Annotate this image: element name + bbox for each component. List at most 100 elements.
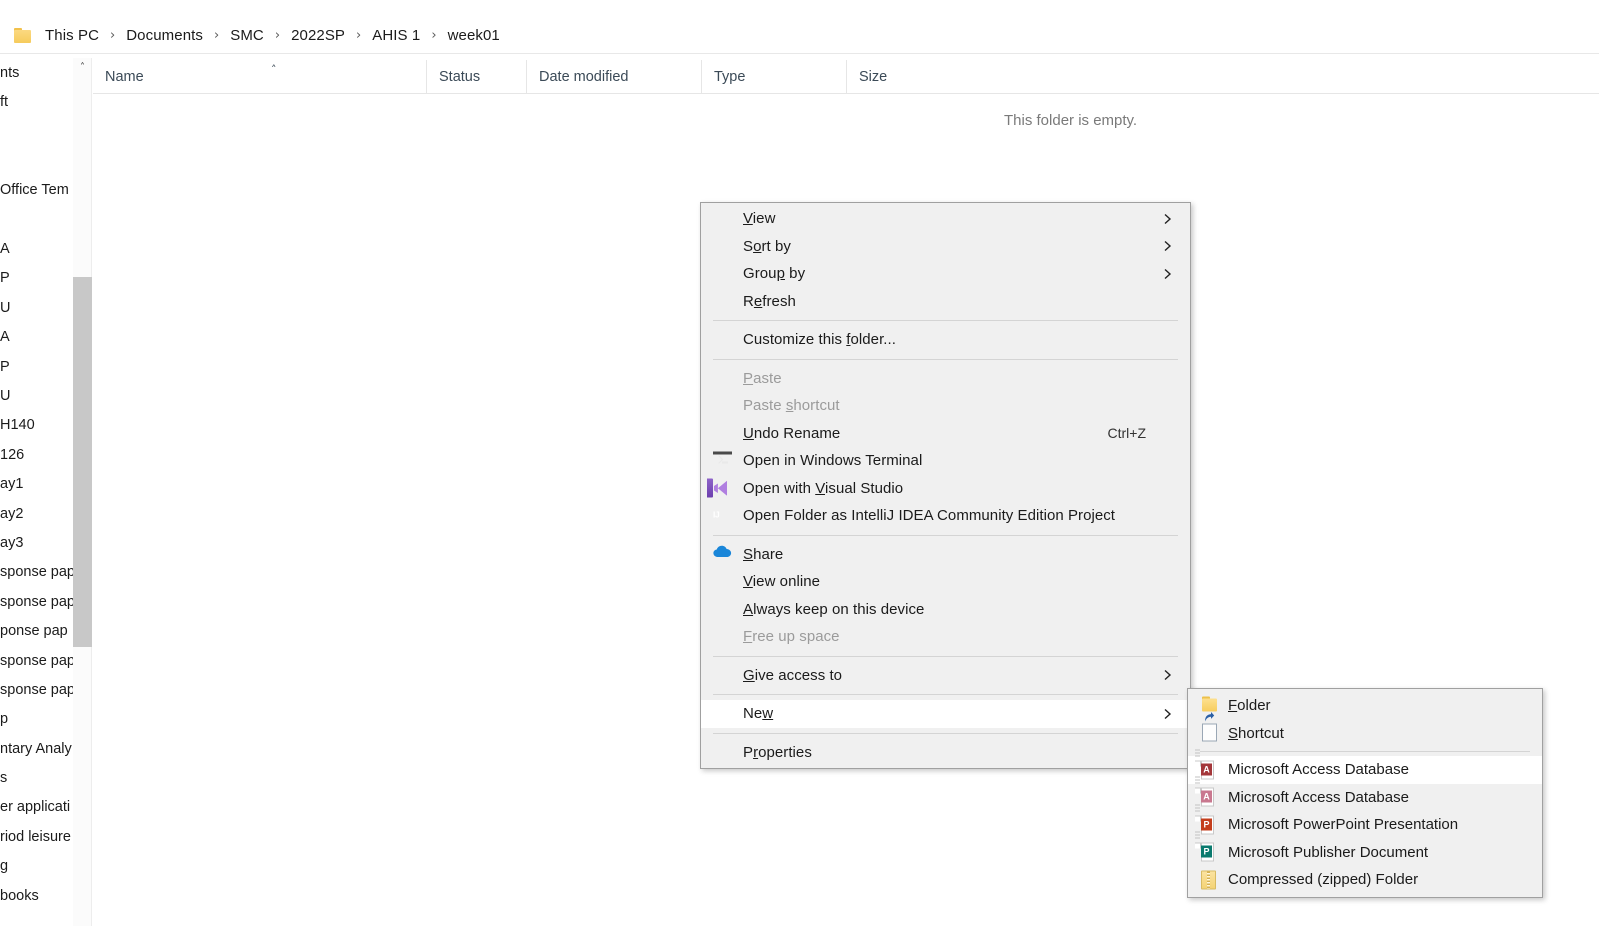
breadcrumb-item-week01[interactable]: week01 [446, 25, 502, 46]
nav-pane-item-label: er applicati [0, 799, 71, 816]
column-header-status-label: Status [439, 68, 481, 85]
navigation-pane-scrollbar[interactable]: ˄ [73, 58, 92, 926]
menu-item-sort-by[interactable]: Sort by [701, 233, 1190, 261]
breadcrumb-item-2022sp[interactable]: 2022SP [289, 25, 347, 46]
chevron-right-icon: › [356, 28, 362, 43]
nav-pane-item-label: sponse pap [0, 564, 73, 581]
chevron-right-icon: › [431, 28, 437, 43]
menu-item-refresh[interactable]: Refresh [701, 288, 1190, 316]
submenu-item-microsoft-access-database-2[interactable]: A Microsoft Access Database [1188, 776, 1542, 812]
chevron-right-icon: › [214, 28, 220, 43]
column-header-size[interactable]: Size [846, 59, 941, 94]
navigation-pane[interactable]: nts ft Office Tem A P U A P U H140 126 ay1 ay2 ay3 spo… [0, 58, 73, 926]
menu-item-open-with-visual-studio[interactable]: Open with Visual Studio [701, 475, 1190, 503]
nav-pane-item[interactable]: p [0, 705, 73, 734]
menu-item-open-in-windows-terminal[interactable]: Open in Windows Terminal [701, 447, 1190, 475]
nav-pane-item[interactable]: ft [0, 87, 73, 116]
empty-folder-message: This folder is empty. [1004, 112, 1138, 129]
address-bar[interactable]: This PC › Documents › SMC › 2022SP › AHI… [0, 18, 1599, 54]
nav-pane-item[interactable] [0, 205, 73, 234]
folder-icon [14, 28, 31, 43]
breadcrumb-item-this-pc[interactable]: This PC [43, 25, 101, 46]
menu-item-always-keep-on-this-device[interactable]: Always keep on this device [701, 596, 1190, 624]
nav-pane-item[interactable]: ponse pap [0, 616, 73, 645]
submenu-item-microsoft-access-database-1[interactable]: A Microsoft Access Database [1188, 749, 1542, 784]
column-header-name-label: Name [105, 68, 144, 85]
folder-context-menu[interactable]: View Sort by Group by Refresh Customize this… [700, 202, 1191, 769]
column-header-date-modified[interactable]: Date modified [526, 59, 701, 94]
submenu-item-microsoft-publisher-document[interactable]: P Microsoft Publisher Document [1188, 831, 1542, 867]
menu-item-share[interactable]: Share [701, 541, 1190, 569]
nav-pane-item[interactable] [0, 146, 73, 175]
menu-separator [713, 655, 1178, 657]
nav-pane-item-label: P [0, 270, 10, 287]
nav-pane-item[interactable]: sponse pap [0, 587, 73, 616]
nav-pane-item[interactable]: P [0, 352, 73, 381]
breadcrumb-item-ahis-1[interactable]: AHIS 1 [370, 25, 422, 46]
submenu-item-folder[interactable]: Folder [1188, 692, 1542, 720]
nav-pane-item[interactable] [0, 117, 73, 146]
nav-pane-item[interactable]: A [0, 234, 73, 263]
nav-pane-item[interactable]: P [0, 264, 73, 293]
breadcrumb-item-documents[interactable]: Documents [124, 25, 205, 46]
nav-pane-item-label: sponse pap [0, 593, 73, 610]
breadcrumb-item-smc[interactable]: SMC [228, 25, 266, 46]
nav-pane-item[interactable]: sponse pap [0, 675, 73, 704]
scroll-up-icon[interactable]: ˄ [73, 58, 92, 76]
nav-pane-item[interactable]: ntary Analy [0, 734, 73, 763]
nav-pane-item[interactable]: nts [0, 58, 73, 87]
nav-pane-item[interactable]: s [0, 763, 73, 792]
nav-pane-item[interactable]: riod leisure [0, 822, 73, 851]
terminal-icon [713, 451, 732, 470]
nav-pane-item[interactable]: sponse pap [0, 646, 73, 675]
zip-folder-icon [1201, 870, 1219, 890]
column-header-status[interactable]: Status [426, 59, 526, 94]
visual-studio-icon [707, 478, 732, 498]
menu-item-view[interactable]: View [701, 205, 1190, 233]
powerpoint-icon: P [1195, 804, 1219, 835]
menu-separator [713, 320, 1178, 321]
nav-pane-item[interactable]: U [0, 381, 73, 410]
menu-item-properties[interactable]: Properties [701, 739, 1190, 767]
menu-item-view-online[interactable]: View online [701, 568, 1190, 596]
menu-item-group-by[interactable]: Group by [701, 260, 1190, 288]
nav-pane-item[interactable]: er applicati [0, 793, 73, 822]
nav-pane-item[interactable]: U [0, 293, 73, 322]
column-header-date-modified-label: Date modified [539, 68, 629, 85]
nav-pane-item-label: books [0, 887, 39, 904]
nav-pane-item[interactable]: Office Tem [0, 176, 73, 205]
new-submenu[interactable]: Folder Shortcut A Microsoft Access Database… [1187, 688, 1543, 898]
nav-pane-item-label: Office Tem [0, 182, 69, 199]
nav-pane-item-label: g [0, 858, 9, 875]
submenu-item-compressed-zipped-folder[interactable]: Compressed (zipped) Folder [1188, 866, 1542, 894]
nav-pane-item[interactable]: g [0, 852, 73, 881]
nav-pane-item-label: ntary Analy [0, 740, 72, 757]
menu-item-free-up-space: Free up space [743, 628, 840, 646]
scrollbar-thumb[interactable] [73, 277, 92, 647]
submenu-item-shortcut[interactable]: Shortcut [1188, 712, 1542, 748]
nav-pane-item[interactable]: ay1 [0, 469, 73, 498]
column-header-name[interactable]: Name ˄ [93, 60, 426, 94]
submenu-separator [1200, 751, 1530, 752]
shortcut-icon [1201, 712, 1219, 743]
menu-item-new[interactable]: New [701, 700, 1190, 728]
access-database-icon: A [1195, 749, 1219, 780]
nav-pane-item[interactable]: 126 [0, 440, 73, 469]
submenu-item-microsoft-powerpoint-presentation[interactable]: P Microsoft PowerPoint Presentation [1188, 804, 1542, 839]
menu-item-undo-rename[interactable]: Undo Rename Ctrl+Z [701, 420, 1190, 448]
nav-pane-item-label: sponse pap [0, 681, 73, 698]
nav-pane-item[interactable]: sponse pap [0, 558, 73, 587]
column-header-type[interactable]: Type [701, 59, 846, 94]
menu-item-give-access-to[interactable]: Give access to [701, 662, 1190, 690]
chevron-right-icon: › [110, 28, 116, 43]
nav-pane-item[interactable]: ay3 [0, 528, 73, 557]
nav-pane-item-label: A [0, 241, 10, 258]
nav-pane-item[interactable]: A [0, 323, 73, 352]
chevron-right-icon [1162, 241, 1173, 252]
menu-item-customize-this-folder[interactable]: Customize this folder... [701, 326, 1190, 354]
chevron-right-icon [1162, 708, 1173, 719]
nav-pane-item[interactable]: ay2 [0, 499, 73, 528]
menu-item-open-folder-as-intellij-idea-community-edition-project[interactable]: IJOpen Folder as IntelliJ IDEA Community… [701, 502, 1190, 530]
nav-pane-item[interactable]: H140 [0, 411, 73, 440]
nav-pane-item[interactable]: books [0, 881, 73, 910]
